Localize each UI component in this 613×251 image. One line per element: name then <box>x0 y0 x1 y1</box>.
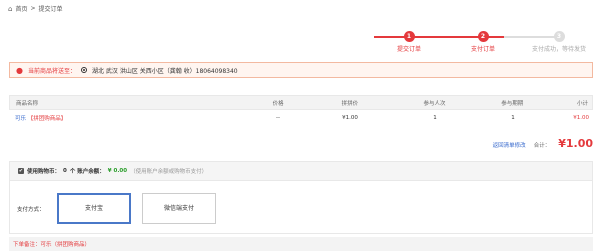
order-progress: 1 提交订单 2 支付订单 3 支付成功，等待发货 <box>374 28 592 54</box>
breadcrumb-current: 提交订单 <box>38 6 63 13</box>
total-label: 合计： <box>533 143 551 149</box>
step-number: 1 <box>403 31 415 42</box>
order-items-table: 商品名称 价格 拼拼价 参与人次 参与期期 小计 可乐 【拼团购商品】 -- ¥… <box>9 95 593 126</box>
product-tag: 【拼团购商品】 <box>27 116 67 122</box>
breadcrumb-home[interactable]: 首页 <box>15 4 27 13</box>
use-coin-checkbox[interactable]: ✔ <box>18 168 24 174</box>
step-label: 支付订单 <box>470 46 495 53</box>
breadcrumb: ⌂ 首页 > 提交订单 <box>8 4 63 14</box>
order-remark: 下单备注：可乐（拼团购商品） <box>9 237 593 251</box>
account-balance: ¥ 0.00 <box>107 168 128 174</box>
payment-method-panel: 支付方式： 支付宝 微信端支付 <box>9 181 593 234</box>
shipping-address-bar: ● 当前商品将送至： 湖北 武汉 洪山区 关西小区（龚翰 收）180640983… <box>9 62 593 78</box>
coin-count: 0 <box>63 168 67 174</box>
header-subtotal: 小计 <box>576 100 588 107</box>
period-cell: 1 <box>511 115 515 121</box>
address-value: 湖北 武汉 洪山区 关西小区（龚翰 收）18064098340 <box>92 67 238 75</box>
group-price-cell: ¥1.00 <box>342 115 358 121</box>
header-participants: 参与人次 <box>423 100 446 107</box>
price-cell: -- <box>276 115 280 121</box>
alipay-button[interactable]: 支付宝 <box>57 193 131 224</box>
coin-label: 使用购物币： <box>27 169 61 175</box>
table-row: 可乐 【拼团购商品】 -- ¥1.00 1 1 ¥1.00 <box>9 110 593 126</box>
participants-cell: 1 <box>433 115 437 121</box>
home-icon[interactable]: ⌂ <box>8 5 12 13</box>
step-label: 提交订单 <box>396 46 421 53</box>
address-label: 当前商品将送至： <box>27 67 76 75</box>
shopping-coin-bar: ✔ 使用购物币： 0 个 账户余额： ¥ 0.00 （使用账户余额或购物币支付） <box>9 161 593 181</box>
address-radio[interactable] <box>81 67 87 73</box>
header-group-price: 拼拼价 <box>341 100 359 107</box>
header-product-name: 商品名称 <box>16 100 39 107</box>
product-cell: 可乐 【拼团购商品】 <box>9 114 243 122</box>
total-value: ¥1.00 <box>558 137 593 150</box>
subtotal-cell: ¥1.00 <box>573 115 589 121</box>
coin-hint: （使用账户余额或购物币支付） <box>130 169 208 175</box>
step-number: 3 <box>553 31 565 42</box>
order-total: 返回清单修改 合计： ¥1.00 <box>493 137 593 150</box>
wechat-pay-button[interactable]: 微信端支付 <box>142 193 216 224</box>
back-to-cart-link[interactable]: 返回清单修改 <box>493 141 526 149</box>
header-period: 参与期期 <box>501 100 524 107</box>
balance-label: 个 账户余额： <box>69 169 105 175</box>
product-link[interactable]: 可乐 <box>15 116 26 122</box>
step-pay-success: 3 支付成功，等待发货 <box>524 28 594 53</box>
table-header: 商品名称 价格 拼拼价 参与人次 参与期期 小计 <box>9 95 593 110</box>
step-pay-order: 2 支付订单 <box>448 28 518 53</box>
breadcrumb-separator: > <box>30 5 36 12</box>
location-pin-icon: ● <box>16 65 23 75</box>
header-price: 价格 <box>272 100 284 107</box>
step-number: 2 <box>477 31 489 42</box>
step-submit-order: 1 提交订单 <box>374 28 444 53</box>
payment-method-label: 支付方式： <box>17 207 45 213</box>
step-label: 支付成功，等待发货 <box>531 46 586 53</box>
